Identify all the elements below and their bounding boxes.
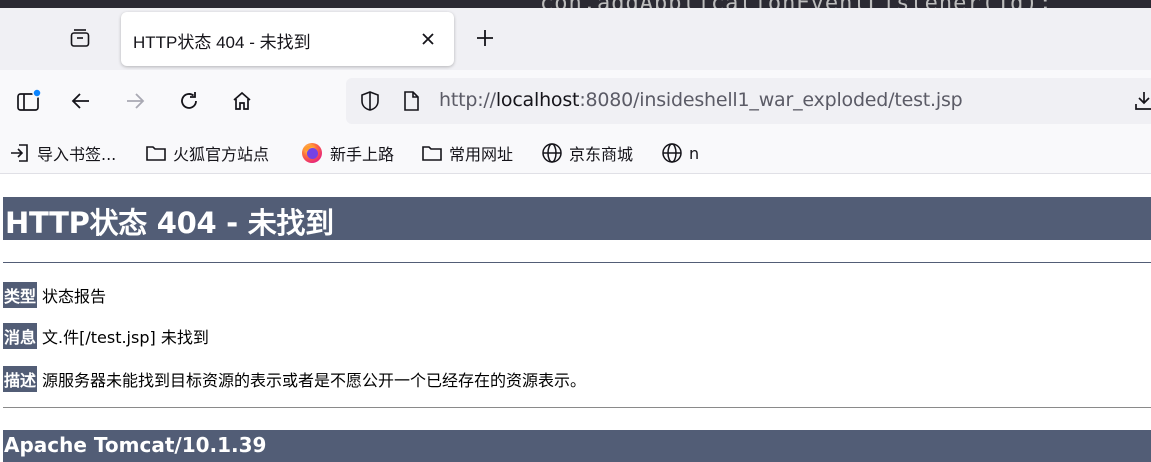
description-row: 描述 源服务器未能找到目标资源的表示或者是不愿公开一个已经存在的资源表示。 (3, 366, 587, 392)
url-path: :8080/insideshell1_war_exploded/test.jsp (579, 89, 963, 111)
url-text[interactable]: http://localhost:8080/insideshell1_war_e… (439, 89, 963, 111)
new-tab-button[interactable] (467, 20, 503, 56)
reload-button[interactable] (171, 83, 207, 119)
address-bar[interactable]: http://localhost:8080/insideshell1_war_e… (346, 78, 1151, 124)
arrow-right-icon (127, 93, 145, 109)
sidebar-icon (17, 88, 42, 111)
bookmark-label: 新手上路 (330, 145, 395, 164)
tab-active[interactable]: HTTP状态 404 - 未找到 (121, 12, 454, 66)
description-value: 源服务器未能找到目标资源的表示或者是不愿公开一个已经存在的资源表示。 (42, 371, 587, 390)
page-info-icon[interactable] (399, 89, 423, 113)
arrow-left-icon (71, 93, 89, 109)
bookmark-import[interactable]: 导入书签... (9, 141, 116, 165)
tab-bar: HTTP状态 404 - 未找到 (0, 8, 1151, 70)
type-value: 状态报告 (42, 287, 107, 306)
page-content: HTTP状态 404 - 未找到 类型 状态报告 消息 文.件[/test.js… (0, 175, 1151, 462)
reload-icon (181, 92, 197, 109)
tab-title: HTTP状态 404 - 未找到 (133, 33, 311, 52)
home-icon (233, 91, 251, 110)
description-label: 描述 (3, 366, 38, 392)
background-window-strip: con.addApplicationEventListener(1d); (0, 0, 1151, 8)
page-title: HTTP状态 404 - 未找到 (5, 206, 334, 240)
divider (3, 262, 1151, 263)
bookmark-label: n (689, 143, 700, 163)
bookmark-getting-started[interactable]: 新手上路 (300, 141, 394, 165)
type-label: 类型 (3, 282, 38, 308)
divider (3, 407, 1151, 408)
globe-icon (662, 143, 682, 163)
message-value: 文.件[/test.jsp] 未找到 (42, 328, 209, 347)
url-scheme: http:// (439, 89, 496, 111)
url-host: localhost (495, 89, 580, 111)
tracking-protection-shield-icon[interactable] (358, 89, 382, 113)
sidebar-button[interactable] (10, 83, 46, 119)
download-icon (1135, 92, 1151, 110)
folder-icon (146, 146, 166, 161)
home-button[interactable] (224, 83, 260, 119)
import-icon (11, 144, 28, 162)
type-row: 类型 状态报告 (3, 282, 107, 308)
firefox-icon (302, 143, 322, 163)
forward-button[interactable] (117, 83, 153, 119)
message-label: 消息 (3, 323, 38, 349)
close-icon (422, 33, 434, 45)
downloads-button[interactable] (1126, 83, 1151, 119)
back-button[interactable] (63, 83, 99, 119)
error-header: HTTP状态 404 - 未找到 (3, 197, 1151, 240)
message-row: 消息 文.件[/test.jsp] 未找到 (3, 323, 209, 349)
bookmark-firefox-site[interactable]: 火狐官方站点 (145, 141, 269, 165)
bookmarks-toolbar: 导入书签... 火狐官方站点 新手上路 常用网址 京东商城 n (0, 132, 1151, 174)
plus-icon (477, 30, 493, 46)
bookmark-common-sites[interactable]: 常用网址 (421, 141, 513, 165)
bookmark-label: 导入书签... (37, 145, 117, 164)
tab-groups-icon (70, 29, 90, 47)
background-code-text: con.addApplicationEventListener(1d); (540, 0, 1053, 8)
bookmark-jd[interactable]: 京东商城 (541, 141, 633, 165)
bookmark-label: 常用网址 (449, 145, 514, 164)
tab-groups-button[interactable] (62, 20, 98, 56)
server-version: Apache Tomcat/10.1.39 (4, 433, 267, 457)
bookmark-n[interactable]: n (661, 141, 699, 165)
server-footer: Apache Tomcat/10.1.39 (3, 430, 1151, 462)
bookmark-label: 火狐官方站点 (173, 145, 270, 164)
bookmark-label: 京东商城 (569, 145, 634, 164)
globe-icon (542, 143, 562, 163)
navigation-toolbar: http://localhost:8080/insideshell1_war_e… (0, 70, 1151, 132)
folder-icon (422, 146, 442, 161)
tab-close-button[interactable] (414, 25, 442, 53)
